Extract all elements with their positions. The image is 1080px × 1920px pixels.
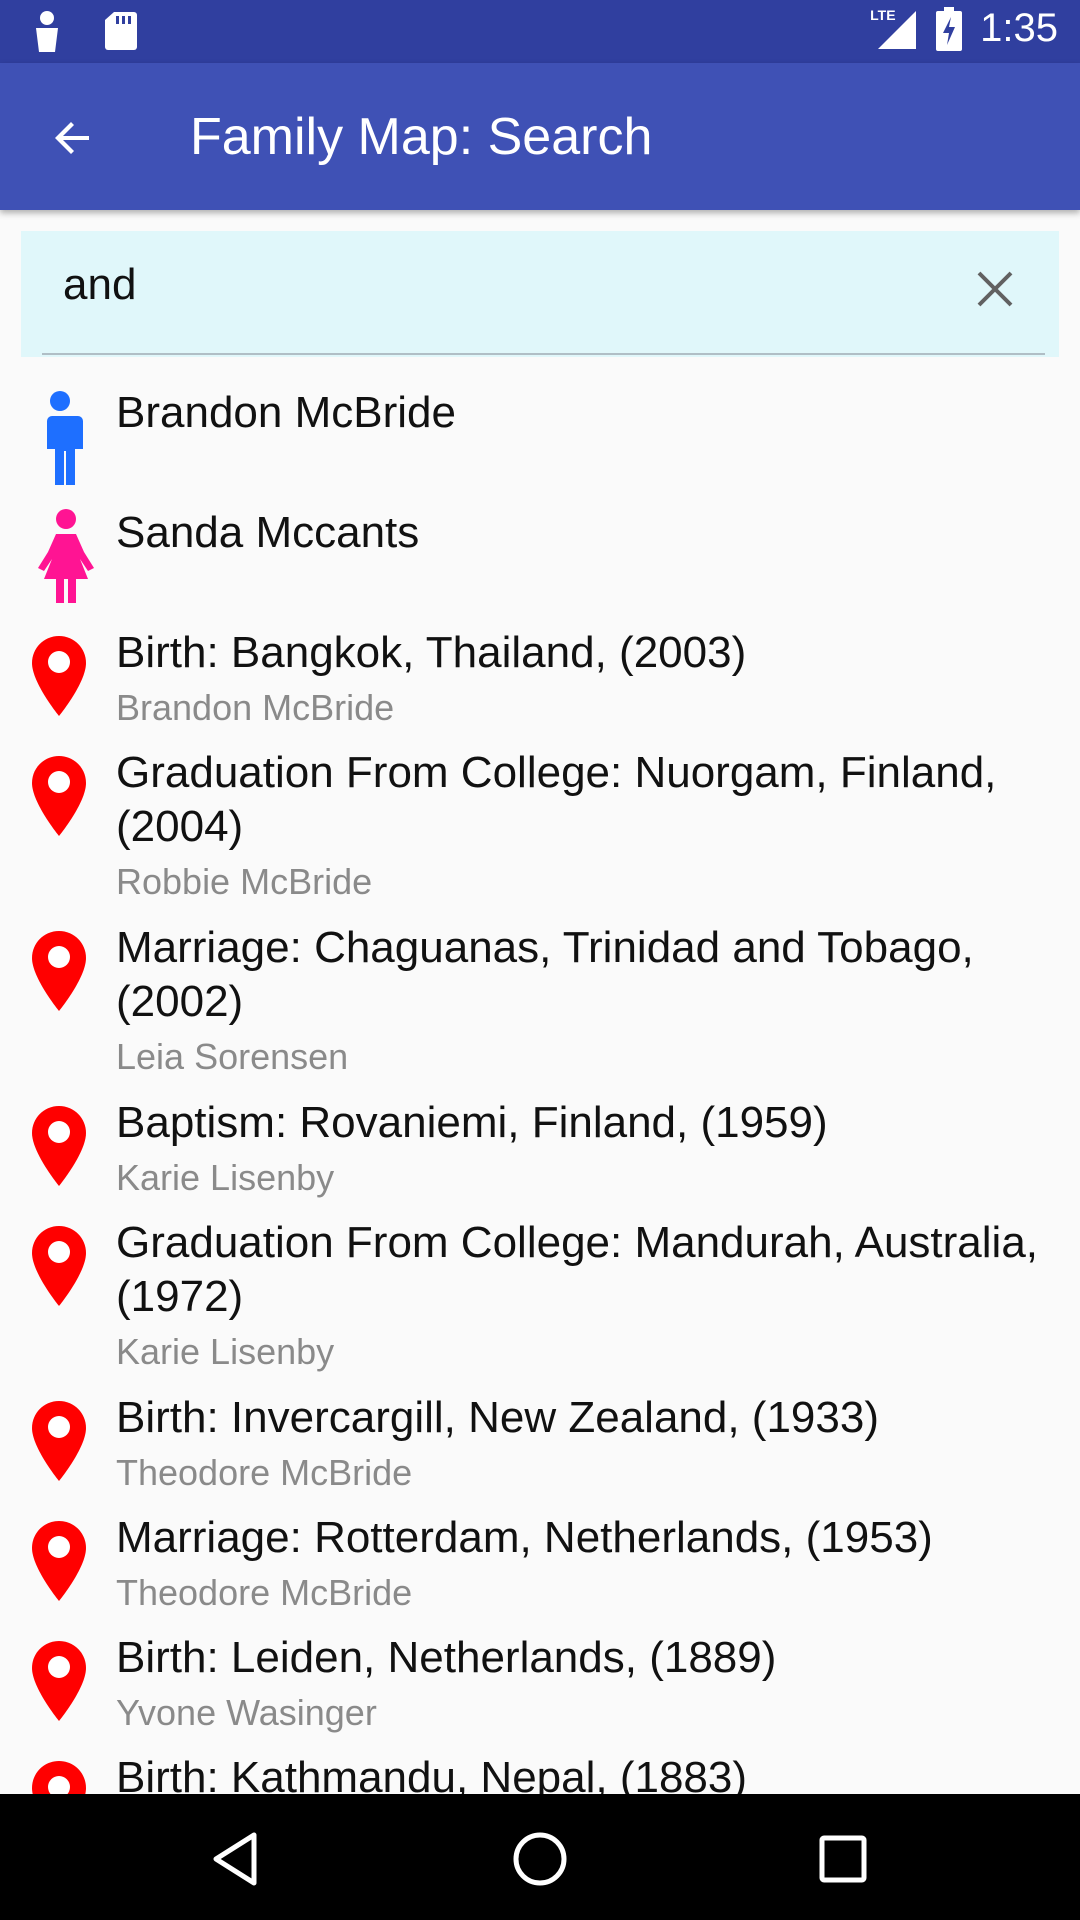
list-item[interactable]: Graduation From College: Nuorgam, Finlan…: [0, 732, 1080, 907]
sd-card-icon: [105, 12, 137, 50]
close-icon: [977, 271, 1013, 307]
result-subtitle: Karie Lisenby: [116, 1331, 335, 1372]
location-pin-icon: [32, 756, 86, 836]
search-box: [21, 231, 1059, 357]
list-item[interactable]: Marriage: Chaguanas, Trinidad and Tobago…: [0, 907, 1080, 1082]
signal-icon: LTE: [870, 7, 918, 51]
location-pin-icon: [32, 1641, 86, 1721]
male-person-icon: [42, 391, 83, 485]
location-pin-icon: [32, 931, 86, 1011]
list-item[interactable]: Marriage: Rotterdam, Netherlands, (1953)…: [0, 1497, 1080, 1617]
search-results-list: Brandon McBride Sanda Mccants Birth: Ban…: [0, 372, 1080, 1794]
location-pin-icon: [32, 1106, 86, 1186]
result-subtitle: Robbie McBride: [116, 861, 373, 902]
list-item[interactable]: Birth: Invercargill, New Zealand, (1933)…: [0, 1377, 1080, 1497]
status-system: LTE 1:35: [870, 6, 1058, 51]
clear-search-button[interactable]: [967, 261, 1023, 317]
location-pin-icon: [32, 1401, 86, 1481]
result-title: Birth: Invercargill, New Zealand, (1933): [116, 1393, 879, 1442]
list-item[interactable]: Brandon McBride: [0, 372, 1080, 492]
battery-charging-icon: [936, 6, 963, 51]
list-item[interactable]: Baptism: Rovaniemi, Finland, (1959) Kari…: [0, 1082, 1080, 1202]
list-item[interactable]: Sanda Mccants: [0, 492, 1080, 612]
result-title: Baptism: Rovaniemi, Finland, (1959): [116, 1098, 828, 1147]
result-title: Birth: Leiden, Netherlands, (1889): [116, 1633, 777, 1682]
status-bar: LTE 1:35: [0, 0, 1080, 63]
result-title: Sanda Mccants: [116, 508, 420, 557]
result-title: Birth: Kathmandu, Nepal, (1883): [116, 1753, 748, 1794]
nav-back-button[interactable]: [200, 1824, 270, 1894]
result-subtitle: Yvone Wasinger: [116, 1692, 377, 1733]
result-title: Marriage: Chaguanas, Trinidad and Tobago…: [116, 923, 974, 1026]
nav-recents-button[interactable]: [808, 1824, 878, 1894]
recents-square-icon: [819, 1835, 867, 1883]
back-button[interactable]: [40, 105, 106, 171]
app-bar: Family Map: Search: [0, 63, 1080, 210]
home-circle-icon: [513, 1832, 567, 1886]
search-input[interactable]: [63, 253, 943, 317]
result-subtitle: Leia Sorensen: [116, 1036, 349, 1077]
status-time: 1:35: [980, 6, 1058, 50]
result-title: Graduation From College: Mandurah, Austr…: [116, 1218, 1039, 1321]
list-item[interactable]: Graduation From College: Mandurah, Austr…: [0, 1202, 1080, 1377]
back-triangle-icon: [213, 1832, 257, 1886]
result-subtitle: Theodore McBride: [116, 1572, 413, 1613]
result-subtitle: Karie Lisenby: [116, 1157, 335, 1198]
nav-home-button[interactable]: [505, 1824, 575, 1894]
arrow-back-icon: [55, 122, 89, 154]
location-pin-icon: [32, 1761, 86, 1794]
person-notification-icon: [36, 11, 58, 52]
result-subtitle: Brandon McBride: [116, 687, 395, 728]
list-item[interactable]: Birth: Leiden, Netherlands, (1889) Yvone…: [0, 1617, 1080, 1737]
list-item[interactable]: Birth: Bangkok, Thailand, (2003) Brandon…: [0, 612, 1080, 732]
result-title: Marriage: Rotterdam, Netherlands, (1953): [116, 1513, 933, 1562]
system-nav-bar: [0, 1794, 1080, 1920]
location-pin-icon: [32, 1521, 86, 1601]
status-notifications: [30, 10, 138, 54]
location-pin-icon: [32, 636, 86, 716]
result-title: Graduation From College: Nuorgam, Finlan…: [116, 748, 997, 851]
result-title: Birth: Bangkok, Thailand, (2003): [116, 628, 747, 677]
page-title: Family Map: Search: [190, 108, 653, 166]
result-subtitle: Theodore McBride: [116, 1452, 413, 1493]
search-underline: [42, 353, 1045, 355]
result-title: Brandon McBride: [116, 388, 456, 437]
female-person-icon: [38, 509, 94, 603]
location-pin-icon: [32, 1226, 86, 1306]
list-item[interactable]: Birth: Kathmandu, Nepal, (1883): [0, 1737, 1080, 1794]
